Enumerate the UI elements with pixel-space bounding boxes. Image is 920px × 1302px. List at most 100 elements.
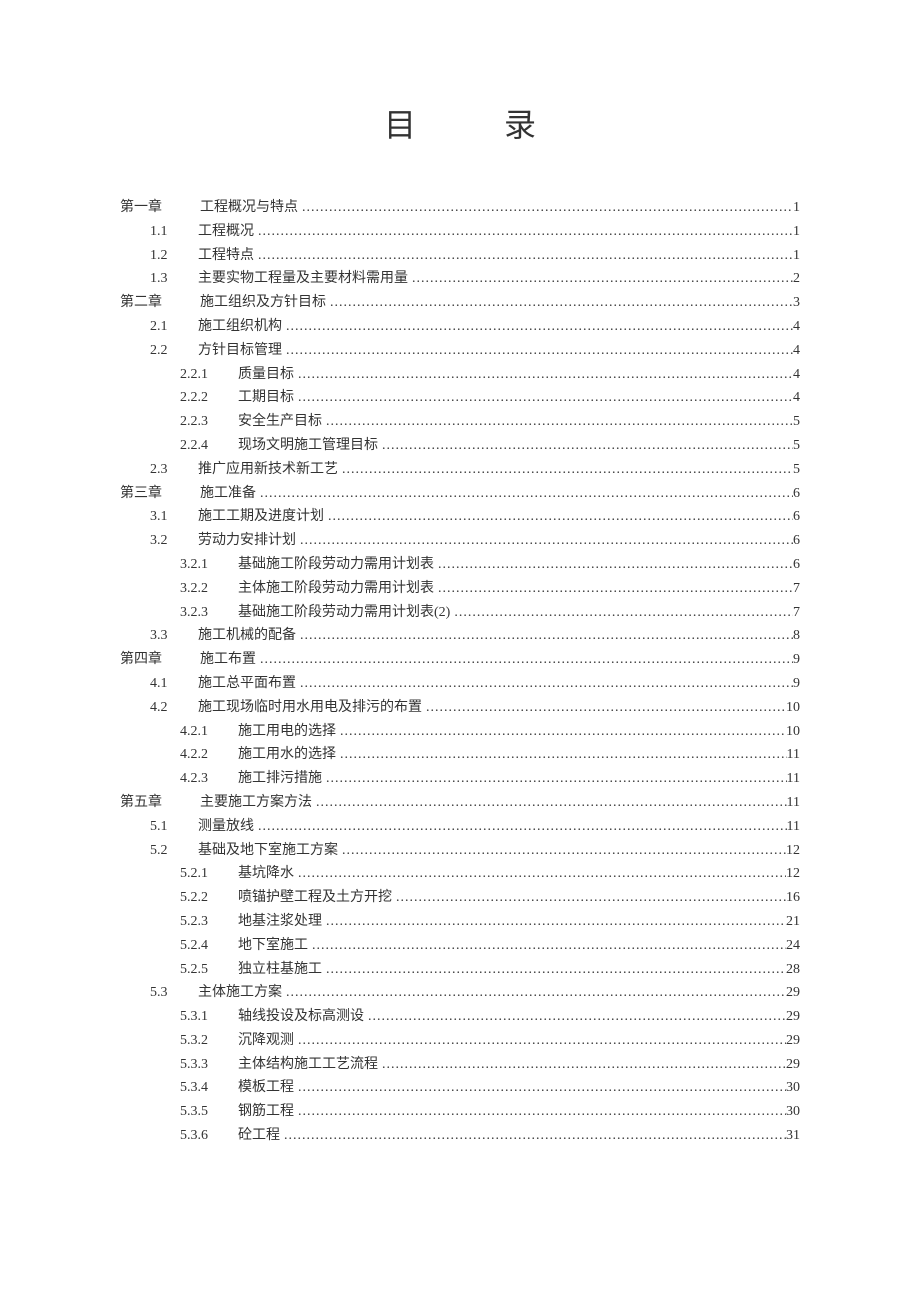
toc-leader-dots <box>324 505 793 529</box>
toc-leader-dots <box>296 672 793 696</box>
toc-entry-number: 第五章 <box>120 791 180 815</box>
toc-entry-number: 5.3.1 <box>180 1005 220 1029</box>
toc-entry[interactable]: 5.2基础及地下室施工方案12 <box>120 839 800 863</box>
toc-entry[interactable]: 2.3推广应用新技术新工艺5 <box>120 458 800 482</box>
toc-leader-dots <box>282 315 793 339</box>
toc-entry-title: 施工组织及方针目标 <box>200 291 326 315</box>
toc-entry-page: 30 <box>786 1076 800 1100</box>
toc-entry[interactable]: 3.1施工工期及进度计划6 <box>120 505 800 529</box>
toc-entry[interactable]: 5.2.5独立柱基施工28 <box>120 958 800 982</box>
toc-leader-dots <box>338 839 786 863</box>
toc-entry-page: 1 <box>793 244 800 268</box>
toc-entry-page: 10 <box>786 696 800 720</box>
toc-entry[interactable]: 5.2.2喷锚护壁工程及土方开挖16 <box>120 886 800 910</box>
toc-entry-page: 9 <box>793 672 800 696</box>
toc-leader-dots <box>408 267 793 291</box>
toc-entry-title: 施工准备 <box>200 482 256 506</box>
toc-entry[interactable]: 3.2.3基础施工阶段劳动力需用计划表(2)7 <box>120 601 800 625</box>
toc-entry-page: 4 <box>793 315 800 339</box>
toc-entry-number: 1.3 <box>150 267 180 291</box>
toc-leader-dots <box>336 720 786 744</box>
toc-leader-dots <box>254 815 787 839</box>
toc-entry[interactable]: 5.3.3主体结构施工工艺流程29 <box>120 1053 800 1077</box>
toc-entry-number: 第一章 <box>120 196 180 220</box>
toc-entry[interactable]: 4.2施工现场临时用水用电及排污的布置10 <box>120 696 800 720</box>
toc-entry-title: 施工用电的选择 <box>238 720 336 744</box>
toc-entry-number: 5.2 <box>150 839 180 863</box>
toc-entry[interactable]: 3.2.1基础施工阶段劳动力需用计划表6 <box>120 553 800 577</box>
toc-leader-dots <box>294 386 793 410</box>
toc-entry[interactable]: 5.3.2沉降观测29 <box>120 1029 800 1053</box>
toc-entry-number: 3.2.2 <box>180 577 220 601</box>
toc-leader-dots <box>298 196 793 220</box>
toc-leader-dots <box>392 886 786 910</box>
toc-entry-number: 5.1 <box>150 815 180 839</box>
toc-entry[interactable]: 5.3.4 模板工程 30 <box>120 1076 800 1100</box>
toc-entry-number: 5.2.5 <box>180 958 220 982</box>
toc-leader-dots <box>434 553 793 577</box>
toc-entry-number: 5.3.4 <box>180 1076 220 1100</box>
toc-entry-title: 地基注浆处理 <box>238 910 322 934</box>
toc-entry-page: 11 <box>787 743 800 767</box>
toc-entry-title: 主要施工方案方法 <box>200 791 312 815</box>
toc-entry[interactable]: 5.2.1基坑降水12 <box>120 862 800 886</box>
toc-entry-page: 11 <box>787 815 800 839</box>
toc-entry-page: 7 <box>793 601 800 625</box>
toc-entry[interactable]: 第五章主要施工方案方法11 <box>120 791 800 815</box>
toc-entry[interactable]: 3.2.2主体施工阶段劳动力需用计划表7 <box>120 577 800 601</box>
toc-entry-page: 4 <box>793 363 800 387</box>
toc-entry-number: 4.2.1 <box>180 720 220 744</box>
toc-entry[interactable]: 3.2劳动力安排计划6 <box>120 529 800 553</box>
toc-entry[interactable]: 2.2.1质量目标4 <box>120 363 800 387</box>
toc-entry[interactable]: 第二章施工组织及方针目标 3 <box>120 291 800 315</box>
toc-entry-number: 2.1 <box>150 315 180 339</box>
toc-entry[interactable]: 4.2.2施工用水的选择11 <box>120 743 800 767</box>
toc-entry[interactable]: 5.3.5钢筋工程30 <box>120 1100 800 1124</box>
toc-entry[interactable]: 第一章工程概况与特点1 <box>120 196 800 220</box>
toc-leader-dots <box>294 1076 786 1100</box>
toc-entry-page: 8 <box>793 624 800 648</box>
toc-entry[interactable]: 2.2.2工期目标4 <box>120 386 800 410</box>
toc-entry-title: 测量放线 <box>198 815 254 839</box>
toc-entry[interactable]: 5.3.1轴线投设及标高测设29 <box>120 1005 800 1029</box>
toc-entry[interactable]: 2.1施工组织机构4 <box>120 315 800 339</box>
toc-entry-number: 5.2.4 <box>180 934 220 958</box>
toc-leader-dots <box>378 1053 786 1077</box>
toc-entry-number: 4.2.3 <box>180 767 220 791</box>
toc-entry-number: 1.1 <box>150 220 180 244</box>
toc-entry[interactable]: 5.2.3地基注浆处理21 <box>120 910 800 934</box>
toc-entry-number: 3.3 <box>150 624 180 648</box>
toc-entry[interactable]: 1.3主要实物工程量及主要材料需用量2 <box>120 267 800 291</box>
toc-entry-number: 第二章 <box>120 291 180 315</box>
toc-entry-page: 6 <box>793 505 800 529</box>
toc-entry-title: 施工用水的选择 <box>238 743 336 767</box>
toc-leader-dots <box>326 291 793 315</box>
toc-entry[interactable]: 1.2工程特点1 <box>120 244 800 268</box>
toc-entry-title: 施工工期及进度计划 <box>198 505 324 529</box>
toc-entry-title: 工程特点 <box>198 244 254 268</box>
toc-entry[interactable]: 4.2.3施工排污措施11 <box>120 767 800 791</box>
toc-entry[interactable]: 第三章施工准备6 <box>120 482 800 506</box>
toc-entry[interactable]: 5.3主体施工方案29 <box>120 981 800 1005</box>
toc-entry[interactable]: 3.3施工机械的配备8 <box>120 624 800 648</box>
toc-entry[interactable]: 5.3.6砼工程31 <box>120 1124 800 1148</box>
toc-entry[interactable]: 5.2.4地下室施工24 <box>120 934 800 958</box>
toc-entry-number: 4.1 <box>150 672 180 696</box>
toc-entry-title: 施工布置 <box>200 648 256 672</box>
toc-leader-dots <box>256 648 793 672</box>
toc-leader-dots <box>294 1100 786 1124</box>
toc-entry[interactable]: 第四章施工布置9 <box>120 648 800 672</box>
toc-entry-title: 模板工程 <box>238 1076 294 1100</box>
toc-entry[interactable]: 5.1 测量放线 11 <box>120 815 800 839</box>
toc-leader-dots <box>296 529 793 553</box>
toc-entry[interactable]: 4.2.1施工用电的选择10 <box>120 720 800 744</box>
toc-entry[interactable]: 2.2.4现场文明施工管理目标5 <box>120 434 800 458</box>
toc-entry[interactable]: 2.2方针目标管理4 <box>120 339 800 363</box>
toc-entry[interactable]: 2.2.3安全生产目标5 <box>120 410 800 434</box>
toc-leader-dots <box>294 862 786 886</box>
toc-entry-page: 3 <box>793 291 800 315</box>
toc-entry[interactable]: 4.1施工总平面布置9 <box>120 672 800 696</box>
toc-entry-number: 2.2.2 <box>180 386 220 410</box>
toc-entry-title: 劳动力安排计划 <box>198 529 296 553</box>
toc-entry[interactable]: 1.1工程概况1 <box>120 220 800 244</box>
